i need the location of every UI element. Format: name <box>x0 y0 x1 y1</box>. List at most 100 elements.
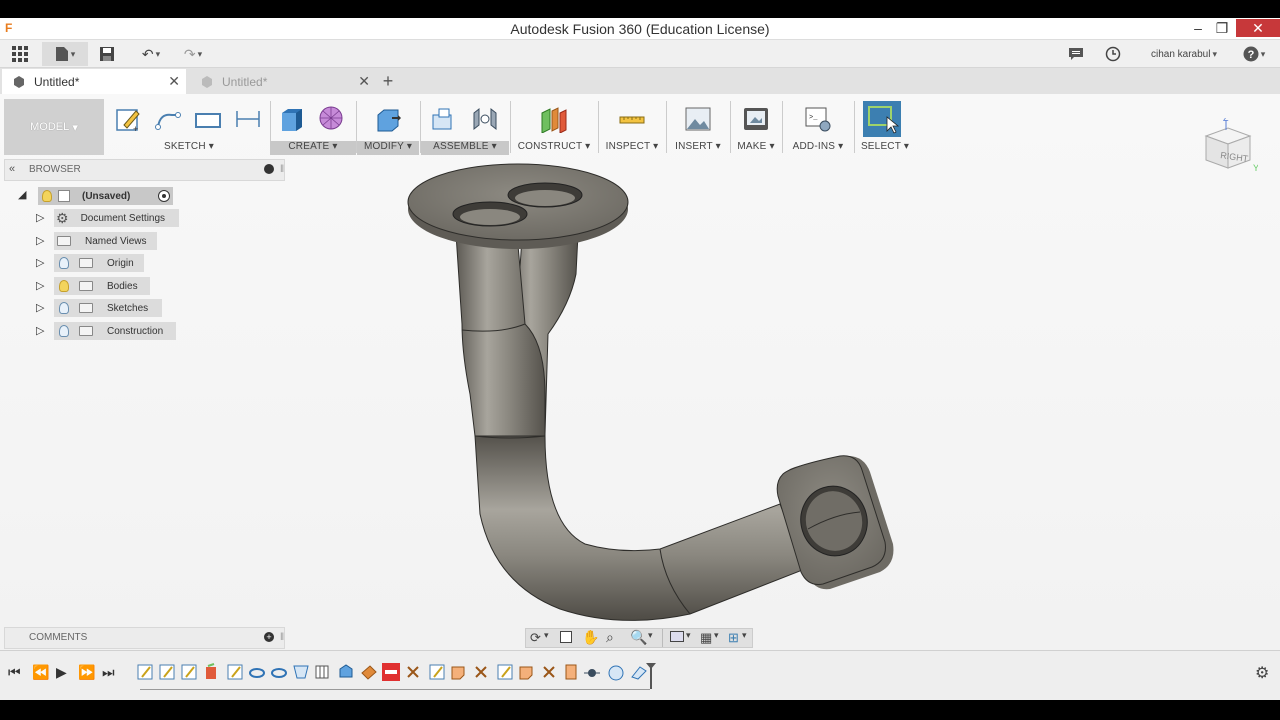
insert-image-icon[interactable] <box>684 105 712 133</box>
add-ins-group: >_ ADD-INS ▾ <box>783 99 853 155</box>
browser-menu-icon[interactable] <box>264 164 274 174</box>
measure-icon[interactable] <box>618 105 646 133</box>
tree-item-label: Construction <box>107 325 164 337</box>
line-tool-icon[interactable] <box>154 105 182 133</box>
tree-item-construction[interactable]: Construction <box>54 322 176 340</box>
tree-root-node[interactable]: (Unsaved) <box>38 187 173 205</box>
document-tab-active[interactable]: Untitled* ✕ <box>2 69 186 94</box>
step-forward-icon[interactable]: ⏩ <box>78 664 95 681</box>
step-back-icon[interactable]: ⏪ <box>32 664 49 681</box>
construct-menu-label[interactable]: CONSTRUCT ▾ <box>511 141 597 155</box>
job-status-clock-icon[interactable] <box>1102 42 1124 66</box>
extrude-icon[interactable] <box>278 105 306 133</box>
create-menu-label[interactable]: CREATE ▾ <box>270 141 356 155</box>
data-panel-grid-icon[interactable] <box>6 42 34 66</box>
form-icon[interactable] <box>318 105 346 133</box>
close-tab-icon[interactable]: ✕ <box>358 73 370 90</box>
tree-item-label: Document Settings <box>80 212 166 224</box>
zoom-icon[interactable]: ⌕ <box>606 629 614 646</box>
file-menu-button[interactable] <box>42 42 88 66</box>
orbit-dropdown-icon[interactable]: ▾ <box>544 630 549 641</box>
zoom-dropdown-icon[interactable]: ▾ <box>648 630 653 641</box>
folder-icon <box>79 258 93 268</box>
zoom-window-icon[interactable]: 🔍 <box>630 629 647 646</box>
look-at-icon[interactable] <box>560 631 572 643</box>
add-comment-icon[interactable]: + <box>264 632 274 642</box>
timeline-features[interactable] <box>136 663 656 689</box>
browser-panel-header[interactable]: « BROWSER ‖ <box>4 159 285 181</box>
expand-arrow-icon[interactable]: ▷ <box>36 324 46 337</box>
viewports-dropdown-icon[interactable]: ▾ <box>742 630 747 641</box>
redo-icon[interactable]: ↷ <box>176 42 210 66</box>
visibility-bulb-icon[interactable] <box>59 302 69 314</box>
visibility-bulb-icon[interactable] <box>59 325 69 337</box>
expand-arrow-icon[interactable]: ▷ <box>36 256 46 269</box>
press-pull-icon[interactable] <box>374 105 402 133</box>
orbit-icon[interactable]: ⟳ <box>530 630 541 646</box>
joint-icon[interactable] <box>471 105 499 133</box>
display-settings-icon[interactable] <box>670 631 684 642</box>
comments-panel-header[interactable]: COMMENTS + ‖ <box>4 627 285 649</box>
sketch-menu-label[interactable]: SKETCH ▾ <box>108 141 270 155</box>
tree-item-document-settings[interactable]: ⚙ Document Settings <box>54 209 179 227</box>
3d-print-icon[interactable] <box>742 105 770 133</box>
collapse-browser-icon[interactable]: « <box>9 163 15 175</box>
help-icon[interactable]: ? <box>1238 42 1270 66</box>
add-ins-menu-label[interactable]: ADD-INS ▾ <box>783 141 853 155</box>
tree-item-label: Named Views <box>85 235 147 247</box>
viewports-icon[interactable]: ⊞ <box>728 630 739 646</box>
visibility-bulb-icon[interactable] <box>59 257 69 269</box>
play-icon[interactable]: ▶ <box>56 664 67 681</box>
go-to-start-icon[interactable]: ⏮ <box>8 664 21 681</box>
modify-menu-label[interactable]: MODIFY ▾ <box>357 141 419 155</box>
tab-title: Untitled* <box>222 74 268 89</box>
close-tab-icon[interactable]: ✕ <box>168 73 180 90</box>
assemble-menu-label[interactable]: ASSEMBLE ▾ <box>421 141 509 155</box>
workspace-switcher[interactable]: MODEL ▾ <box>4 99 104 155</box>
dimension-tool-icon[interactable] <box>234 105 262 133</box>
tree-item-origin[interactable]: Origin <box>54 254 144 272</box>
tree-item-sketches[interactable]: Sketches <box>54 299 162 317</box>
select-tool-icon[interactable] <box>863 101 901 137</box>
timeline-track <box>140 689 650 690</box>
grid-settings-icon[interactable]: ▦ <box>700 630 712 646</box>
expand-arrow-icon[interactable]: ▷ <box>36 234 46 247</box>
expand-arrow-icon[interactable]: ▷ <box>36 279 46 292</box>
scripts-addins-icon[interactable]: >_ <box>804 105 832 133</box>
pan-hand-icon[interactable]: ✋ <box>582 629 599 646</box>
new-component-icon[interactable] <box>429 105 457 133</box>
view-cube[interactable]: RIGHT Z X Y <box>1192 113 1259 178</box>
go-to-end-icon[interactable]: ⏭ <box>102 664 115 681</box>
save-icon[interactable] <box>94 42 120 66</box>
close-window-button[interactable]: ✕ <box>1236 19 1280 37</box>
offset-plane-icon[interactable] <box>540 105 568 133</box>
panel-resize-grip-icon[interactable]: ‖ <box>280 632 284 643</box>
visibility-bulb-icon[interactable] <box>59 280 69 292</box>
visibility-bulb-icon[interactable] <box>42 190 52 202</box>
restore-button[interactable]: ❐ <box>1208 19 1236 37</box>
undo-icon[interactable]: ↶ <box>134 42 168 66</box>
tree-item-named-views[interactable]: Named Views <box>54 232 157 250</box>
create-sketch-icon[interactable]: + <box>114 105 142 133</box>
timeline-settings-gear-icon[interactable]: ⚙ <box>1255 663 1269 683</box>
activate-radio-icon[interactable] <box>158 190 170 202</box>
notifications-icon[interactable] <box>1066 42 1086 66</box>
user-account-menu[interactable]: cihan karabul <box>1144 42 1224 66</box>
collapse-root-icon[interactable]: ◢ <box>18 188 28 201</box>
insert-menu-label[interactable]: INSERT ▾ <box>667 141 729 155</box>
select-group: SELECT ▾ <box>855 99 915 155</box>
expand-arrow-icon[interactable]: ▷ <box>36 211 46 224</box>
document-tab-inactive[interactable]: Untitled* ✕ <box>190 69 376 94</box>
panel-resize-grip-icon[interactable]: ‖ <box>280 164 284 175</box>
make-menu-label[interactable]: MAKE ▾ <box>731 141 781 155</box>
grid-dropdown-icon[interactable]: ▾ <box>714 630 719 641</box>
select-menu-label[interactable]: SELECT ▾ <box>855 141 915 155</box>
display-dropdown-icon[interactable]: ▾ <box>686 630 691 641</box>
tree-item-bodies[interactable]: Bodies <box>54 277 150 295</box>
new-tab-plus-icon[interactable]: + <box>378 69 398 93</box>
expand-arrow-icon[interactable]: ▷ <box>36 301 46 314</box>
document-icon <box>58 190 70 202</box>
window-title: Autodesk Fusion 360 (Education License) <box>510 21 770 37</box>
inspect-menu-label[interactable]: INSPECT ▾ <box>599 141 665 155</box>
rectangle-tool-icon[interactable] <box>194 105 222 133</box>
